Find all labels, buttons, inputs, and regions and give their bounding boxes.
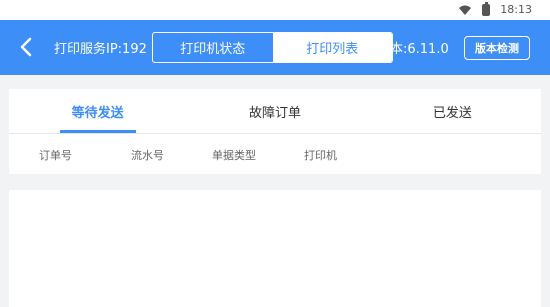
version-check-button[interactable]: 版本检测 — [464, 36, 530, 60]
clock: 18:13 — [500, 3, 532, 16]
status-bar: 18:13 — [0, 0, 550, 20]
version-label: 本:6.11.0 — [390, 42, 449, 57]
column-document-type: 单据类型 — [212, 149, 256, 162]
table-header: 订单号 流水号 单据类型 打印机 — [9, 134, 541, 174]
server-ip-label: 打印服务IP:192 — [54, 42, 147, 57]
segment-print-list[interactable]: 打印列表 — [272, 33, 392, 62]
view-segmented-control: 打印机状态 打印列表 — [152, 32, 393, 63]
app-header: 打印服务IP:192 本:6.11.0 打印机状态 打印列表 版本检测 — [0, 20, 550, 75]
tab-sent[interactable]: 已发送 — [364, 89, 541, 133]
battery-icon — [482, 1, 491, 16]
column-printer: 打印机 — [304, 149, 337, 162]
tab-pending[interactable]: 等待发送 — [9, 89, 186, 133]
status-icons: 18:13 — [458, 1, 532, 16]
column-serial-number: 流水号 — [131, 149, 164, 162]
tab-failed-orders[interactable]: 故障订单 — [186, 89, 363, 133]
segment-printer-status[interactable]: 打印机状态 — [153, 33, 273, 62]
order-status-tabs: 等待发送 故障订单 已发送 — [9, 89, 541, 134]
order-list — [9, 190, 541, 307]
wifi-icon — [459, 5, 472, 15]
column-order-number: 订单号 — [39, 149, 72, 162]
back-arrow-icon[interactable] — [16, 36, 38, 58]
